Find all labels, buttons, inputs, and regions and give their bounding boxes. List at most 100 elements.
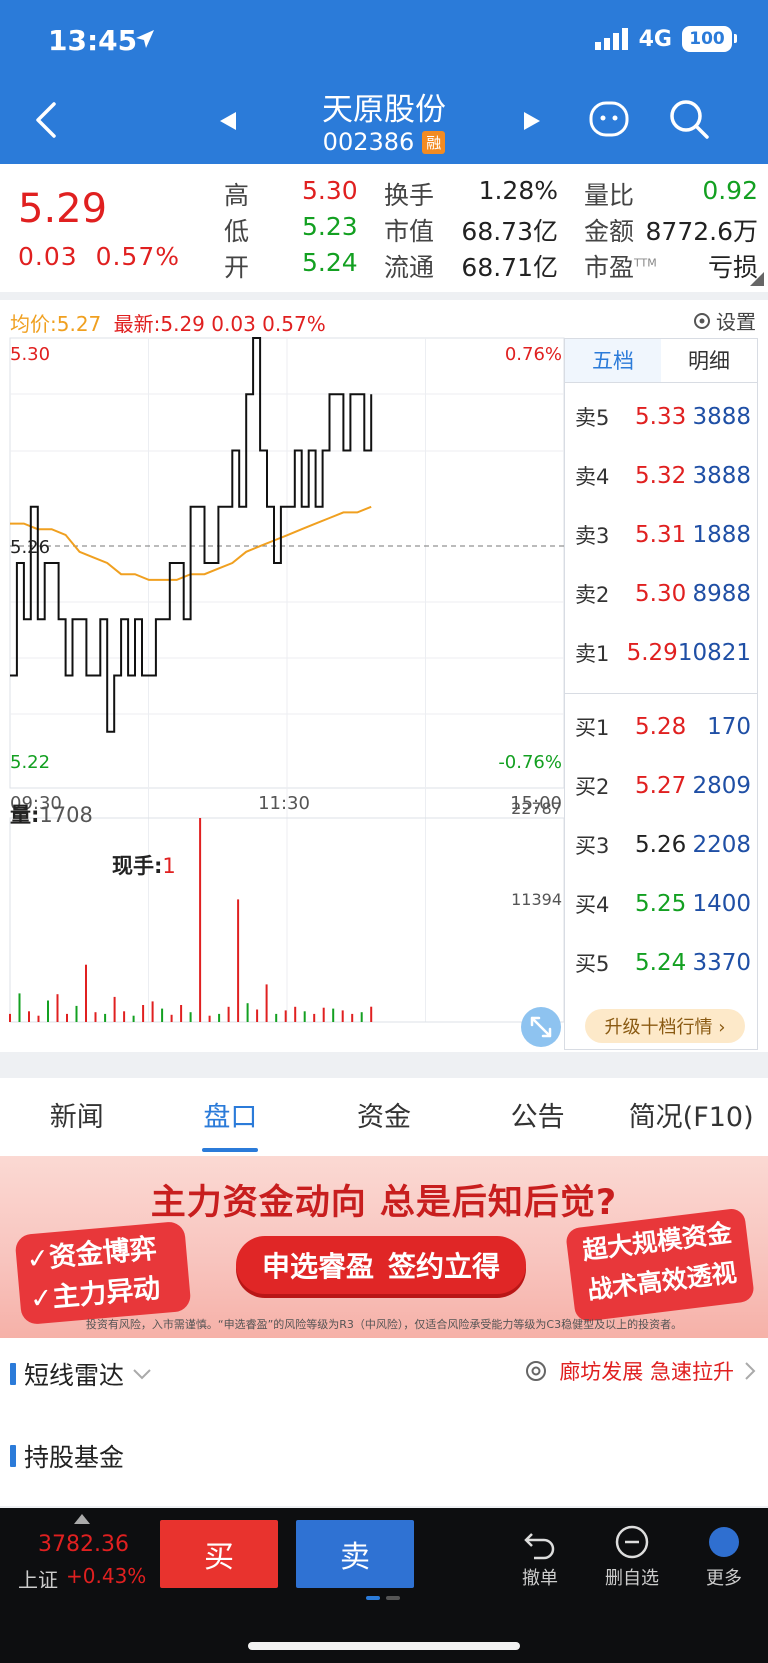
book-level-label: 卖4: [575, 465, 610, 489]
volume-bar: [104, 1013, 107, 1022]
book-level-label: 买5: [575, 952, 610, 976]
undo-label: 撤单: [522, 1568, 558, 1589]
remove-favorite-label: 删自选: [605, 1568, 659, 1589]
book-volume: 8988: [692, 581, 751, 607]
book-price: 5.33: [635, 404, 687, 430]
volume-bar: [265, 984, 268, 1022]
open-value: 5.24: [302, 248, 358, 277]
volume-bar: [218, 1013, 221, 1022]
volume-bar: [208, 1015, 211, 1022]
sell-button[interactable]: 卖: [296, 1520, 414, 1588]
index-percent[interactable]: +0.43%: [66, 1564, 146, 1588]
chart-settings-button[interactable]: 设置: [692, 306, 756, 335]
app-header: 13:45 4G 100 天原股份 002386 融: [0, 0, 768, 164]
volume-bar: [189, 1012, 192, 1022]
bid-row[interactable]: 买5 5.24 3370: [575, 943, 751, 983]
volume-ratio-value: 0.92: [702, 176, 758, 205]
book-volume: 2208: [692, 832, 751, 858]
message-icon[interactable]: [588, 100, 630, 140]
volume-bar: [246, 1003, 249, 1022]
book-level-label: 买2: [575, 775, 610, 799]
index-name[interactable]: 上证: [18, 1564, 58, 1593]
volume-label: 量:1708: [10, 803, 93, 827]
caret-up-icon[interactable]: [74, 1514, 90, 1524]
radar-news[interactable]: 廊坊发展 急速拉升: [523, 1356, 756, 1386]
home-indicator: [248, 1642, 520, 1650]
undo-order-button[interactable]: 撤单: [500, 1524, 580, 1590]
bid-row[interactable]: 买1 5.28 170: [575, 707, 751, 747]
y-label-high: 5.30: [10, 344, 50, 365]
radar-section-title[interactable]: 短线雷达: [10, 1356, 152, 1392]
mcap-value: 68.73亿: [461, 217, 558, 246]
book-price: 5.28: [635, 714, 687, 740]
tab-f10[interactable]: 简况(F10): [614, 1078, 768, 1156]
bid-row[interactable]: 买3 5.26 2208: [575, 825, 751, 865]
volume-bar: [37, 1015, 40, 1022]
banner-cta-1: 申选睿盈: [261, 1250, 374, 1283]
book-volume: 10821: [677, 640, 751, 666]
book-volume: 3888: [692, 404, 751, 430]
chevron-down-icon: [133, 1369, 151, 1380]
minus-circle-icon: [615, 1525, 649, 1559]
pct-label-high: 0.76%: [505, 344, 562, 365]
vol-mid-label: 11394: [511, 890, 562, 909]
volume-bar: [9, 1013, 11, 1022]
volume-bar: [370, 1006, 373, 1022]
ask-row[interactable]: 卖4 5.32 3888: [575, 456, 751, 496]
pct-label-low: -0.76%: [498, 752, 562, 773]
detail-tabs: 新闻 盘口 资金 公告 简况(F10): [0, 1078, 768, 1156]
settings-label: 设置: [716, 310, 756, 334]
more-button[interactable]: 更多: [684, 1524, 764, 1590]
banner-cta-2: 签约立得: [388, 1250, 501, 1283]
margin-badge: 融: [422, 130, 446, 154]
tab-handicap[interactable]: 盘口: [154, 1078, 308, 1156]
banner-headline: 主力资金动向 总是后知后觉?: [150, 1183, 618, 1223]
back-icon[interactable]: [34, 102, 58, 138]
volume-bar: [66, 1013, 68, 1022]
volume-bar: [199, 818, 202, 1022]
quote-panel: 5.29 0.03 0.57% 高 5.30 低 5.23 开 5.24 换手 …: [0, 164, 768, 292]
book-price: 5.32: [635, 463, 687, 489]
book-level-label: 卖5: [575, 406, 610, 430]
amount-label: 金额: [584, 217, 635, 246]
ask-row[interactable]: 卖5 5.33 3888: [575, 397, 751, 437]
bid-row[interactable]: 买4 5.25 1400: [575, 884, 751, 924]
next-stock-icon[interactable]: [520, 110, 542, 132]
tab-funds[interactable]: 资金: [307, 1078, 461, 1156]
gear-icon[interactable]: [523, 1358, 549, 1384]
network-label: 4G: [638, 26, 672, 52]
tab-details[interactable]: 明细: [661, 339, 757, 382]
ask-row[interactable]: 卖3 5.31 1888: [575, 515, 751, 555]
index-value[interactable]: 3782.36: [38, 1532, 129, 1557]
tab-five-levels[interactable]: 五档: [565, 339, 661, 382]
turnover-label: 换手: [384, 181, 435, 210]
expand-chart-icon[interactable]: [520, 1006, 562, 1048]
section-marker: [10, 1363, 16, 1385]
signal-icon: [594, 28, 628, 50]
funds-section-title[interactable]: 持股基金: [10, 1438, 124, 1474]
float-label: 流通: [384, 253, 435, 282]
volume-bar: [132, 1015, 135, 1022]
remove-favorite-button[interactable]: 删自选: [592, 1524, 672, 1590]
intraday-chart-svg[interactable]: 5.30 5.26 5.22 0.76% -0.76% 09:30 11:30 …: [0, 332, 568, 1052]
book-volume: 1400: [692, 891, 751, 917]
ask-row[interactable]: 卖2 5.30 8988: [575, 574, 751, 614]
status-time: 13:45: [48, 24, 138, 57]
promo-banner[interactable]: 主力资金动向 总是后知后觉? ✓资金博弈 ✓主力异动 申选睿盈 签约立得 超大规…: [0, 1156, 768, 1338]
bid-row[interactable]: 买2 5.27 2809: [575, 766, 751, 806]
banner-cta-button[interactable]: 申选睿盈 签约立得: [236, 1236, 526, 1294]
volume-bar: [275, 1013, 278, 1022]
volume-bar: [18, 993, 21, 1022]
tab-announcements[interactable]: 公告: [461, 1078, 615, 1156]
corner-fold-icon[interactable]: [750, 272, 764, 286]
buy-button[interactable]: 买: [160, 1520, 278, 1588]
y-label-low: 5.22: [10, 752, 50, 773]
tab-news[interactable]: 新闻: [0, 1078, 154, 1156]
upgrade-ten-levels-button[interactable]: 升级十档行情 ›: [585, 1009, 745, 1043]
search-icon[interactable]: [668, 98, 710, 140]
stock-code-row: 002386 融: [234, 128, 534, 156]
low-label: 低: [224, 217, 250, 246]
order-book-panel: 五档 明细 卖5 5.33 3888 卖4 5.32 3888 卖3 5.31 1888 卖2 5.…: [564, 338, 758, 1050]
page-dot-active: [366, 1596, 380, 1600]
ask-row[interactable]: 卖1 5.29 10821: [575, 633, 751, 673]
